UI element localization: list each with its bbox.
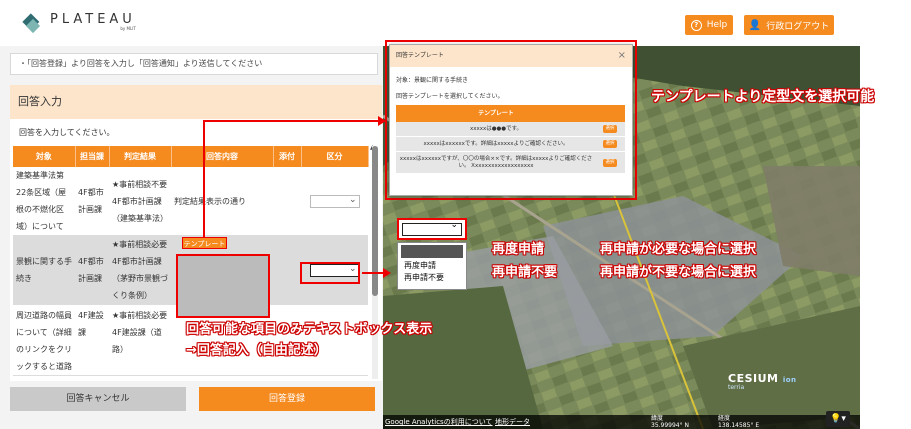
user-icon: 👤: [748, 19, 762, 31]
dialog-instruction: 回答テンプレートを選択してください。: [396, 93, 504, 100]
textbox-annotation-line2: →回答記入（自由記述）: [186, 343, 327, 358]
dialog-title: 回答テンプレート: [396, 52, 444, 59]
terrain-data-link[interactable]: 地形データ: [495, 415, 530, 429]
close-icon[interactable]: ×: [618, 45, 626, 67]
template-row: xxxxxはxxxxxxです。詳細はxxxxxよりご確認ください。 選択: [396, 137, 625, 152]
dropdown-option-blank[interactable]: [401, 245, 463, 258]
template-select-button[interactable]: 選択: [603, 125, 617, 133]
cell-result: ★事前相談必要 4F都市計画課（茅野市景観づくり条例）: [109, 235, 171, 305]
template-select-button[interactable]: 選択: [603, 158, 617, 167]
table-header-row: 対象 担当課 判定結果 回答内容 添付 区分: [13, 146, 369, 167]
table-scrollbar[interactable]: [372, 146, 378, 379]
category-select-highlight: [300, 262, 360, 284]
dialog-header: 回答テンプレート ×: [390, 45, 632, 67]
template-button[interactable]: テンプレート: [182, 237, 227, 249]
cell-result: ★事前相談不要 4F都市計画課（建築基準法）: [109, 167, 171, 236]
question-icon: ?: [690, 19, 702, 31]
no-reapply-description: 再申請が不要な場合に選択: [600, 265, 757, 280]
answer-textbox[interactable]: [176, 254, 270, 318]
cell-attach: [273, 235, 301, 305]
terria-logo: terria: [728, 384, 745, 391]
logo-text: PLATEAU: [50, 12, 136, 27]
category-dropdown[interactable]: [402, 220, 462, 236]
analytics-link[interactable]: Google Analyticsの利用について: [385, 415, 493, 429]
template-row: xxxxxはxxxxxxですが、〇〇の場合××です。詳細はxxxxxよりご確認く…: [396, 152, 625, 174]
col-header-result: 判定結果: [109, 146, 172, 167]
logout-label: 行政ログアウト: [766, 21, 830, 32]
col-header-category: 区分: [301, 146, 369, 167]
logo-mark-icon: [22, 13, 42, 34]
logout-button[interactable]: 👤 行政ログアウト: [744, 15, 834, 35]
cell-category: [301, 167, 368, 236]
category-dropdown-list: 再度申請 再申請不要: [397, 242, 467, 290]
template-annotation: テンプレートより定型文を選択可能: [651, 89, 875, 105]
help-button[interactable]: ? Help: [685, 15, 733, 35]
dropdown-option-no-reapply[interactable]: 再申請不要: [398, 272, 466, 284]
cell-dept: 4F建設課: [75, 304, 109, 376]
col-header-attach: 添付: [273, 146, 302, 167]
register-answer-button[interactable]: 回答登録: [199, 387, 375, 411]
longitude-readout: 経度 138.14585° E: [718, 415, 760, 429]
cell-result: ★事前相談必要 4F建設課（道路）: [109, 304, 171, 376]
template-table: テンプレート xxxxxは●●●です。 選択 xxxxxはxxxxxxです。詳細…: [396, 105, 625, 174]
col-header-dept: 担当課: [75, 146, 110, 167]
reapply-description: 再申請が必要な場合に選択: [600, 242, 757, 257]
textbox-annotation-line1: 回答可能な項目のみテキストボックス表示: [186, 322, 433, 337]
latitude-readout: 緯度 35.99994° N: [651, 415, 690, 429]
category-dropdown-highlight: [397, 218, 467, 240]
cell-answer: 判定結果表示の通り: [171, 167, 273, 236]
table-row: 建築基準法第22条区域（屋根の不燃化区域）について 4F都市計画課 ★事前相談不…: [13, 167, 368, 236]
no-reapply-annotation: 再申請不要: [492, 265, 558, 280]
template-select-button[interactable]: 選択: [603, 140, 617, 148]
template-table-header: テンプレート: [396, 105, 625, 122]
dialog-target: 対象：景観に関する手続き: [396, 77, 469, 84]
answer-instruction: 回答を入力してください。: [19, 128, 115, 137]
col-header-answer: 回答内容: [171, 146, 274, 167]
cell-target: 景観に関する手続き: [13, 235, 75, 305]
notice-text: ・「回答登録」より回答を入力し「回答通知」より送信してください: [10, 53, 378, 75]
template-dialog: 回答テンプレート × 対象：景観に関する手続き 回答テンプレートを選択してくださ…: [389, 44, 633, 196]
category-select[interactable]: [309, 192, 360, 209]
help-label: Help: [706, 20, 728, 30]
cell-target: 周辺道路の幅員について（詳細のリンクをクリックすると道路: [13, 304, 75, 376]
dropdown-option-reapply[interactable]: 再度申請: [398, 260, 466, 272]
scrollbar-thumb[interactable]: [372, 146, 378, 296]
map-footer: Google Analyticsの利用について 地形データ 緯度 35.9999…: [383, 415, 860, 429]
cell-dept: 4F都市計画課: [75, 167, 109, 236]
cell-attach: [273, 167, 301, 236]
lightbulb-icon[interactable]: 💡▾: [826, 411, 850, 427]
section-title: 回答入力: [10, 85, 382, 119]
reapply-annotation: 再度申請: [492, 242, 545, 257]
cell-target: 建築基準法第22条区域（屋根の不燃化区域）について: [13, 167, 75, 236]
template-row: xxxxxは●●●です。 選択: [396, 122, 625, 137]
cancel-answer-button[interactable]: 回答キャンセル: [10, 387, 186, 411]
cell-dept: 4F都市計画課: [75, 235, 109, 305]
col-header-target: 対象: [13, 146, 76, 167]
plateau-logo: PLATEAU by MLIT: [22, 12, 136, 34]
